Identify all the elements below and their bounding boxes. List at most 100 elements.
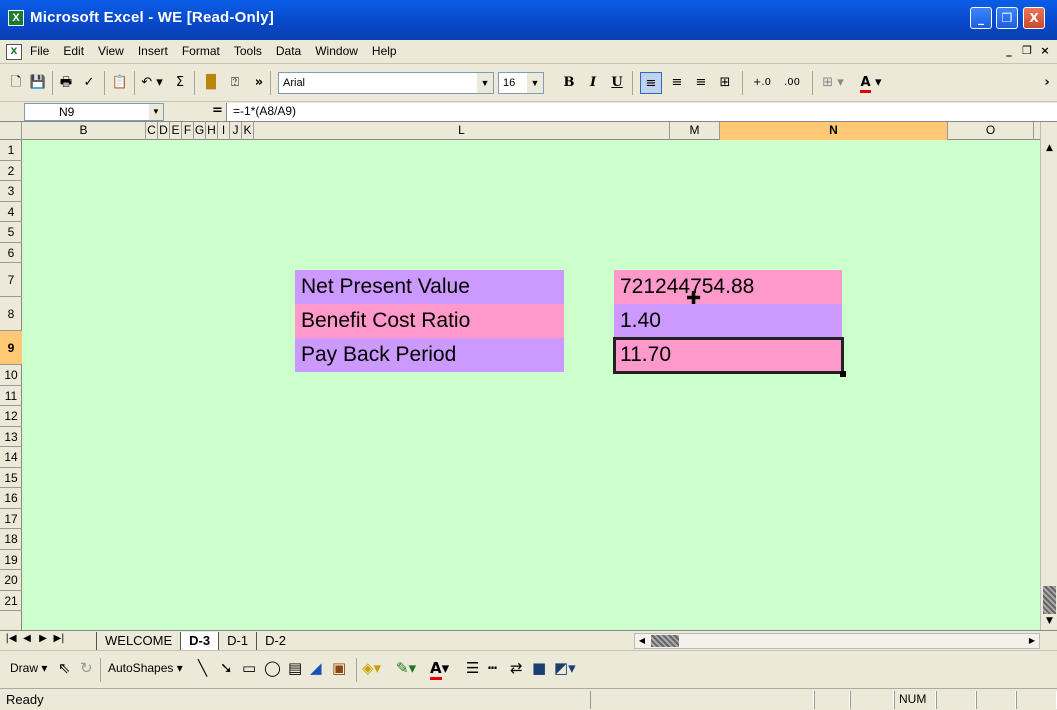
fill-handle[interactable] bbox=[840, 371, 846, 377]
scroll-left-icon[interactable]: ◀ bbox=[635, 634, 649, 648]
arrow-style-icon[interactable]: ⇄ bbox=[510, 659, 523, 677]
clip-art-icon[interactable]: ▣ bbox=[332, 659, 346, 677]
workbook-close-button[interactable]: × bbox=[1037, 43, 1053, 59]
font-color-button[interactable]: A ▾ bbox=[854, 72, 888, 94]
menu-view[interactable]: View bbox=[96, 44, 126, 58]
sheet-tab-d-2[interactable]: D-2 bbox=[256, 632, 295, 650]
row-header-8[interactable]: 8 bbox=[0, 297, 22, 331]
horizontal-scroll-thumb[interactable] bbox=[651, 635, 679, 647]
line-style-icon[interactable]: ☰ bbox=[466, 659, 479, 677]
row-header-2[interactable]: 2 bbox=[0, 161, 22, 181]
row-header-7[interactable]: 7 bbox=[0, 263, 22, 297]
vertical-scroll-thumb[interactable] bbox=[1043, 586, 1056, 614]
row-header-14[interactable]: 14 bbox=[0, 447, 22, 468]
row-header-19[interactable]: 19 bbox=[0, 550, 22, 570]
workbook-minimize-button[interactable]: _ bbox=[1001, 43, 1017, 59]
spelling-icon[interactable]: ✓ bbox=[78, 72, 100, 94]
row-header-3[interactable]: 3 bbox=[0, 181, 22, 202]
prev-sheet-icon[interactable]: ◀ bbox=[20, 633, 34, 644]
menu-format[interactable]: Format bbox=[180, 44, 222, 58]
name-box[interactable]: N9 ▼ bbox=[24, 103, 164, 121]
wordart-icon[interactable]: ◢ bbox=[310, 659, 322, 677]
horizontal-scrollbar[interactable]: ◀ ▶ bbox=[634, 633, 1040, 649]
increase-decimal-icon[interactable]: +.0 bbox=[748, 72, 776, 94]
chevron-down-icon[interactable]: ▼ bbox=[149, 104, 163, 120]
menu-data[interactable]: Data bbox=[274, 44, 303, 58]
underline-button[interactable]: U bbox=[608, 72, 626, 94]
column-header-m[interactable]: M bbox=[670, 122, 720, 140]
select-all-corner[interactable] bbox=[0, 122, 22, 140]
menu-tools[interactable]: Tools bbox=[232, 44, 264, 58]
column-header-n[interactable]: N bbox=[720, 122, 948, 140]
first-sheet-icon[interactable]: |◀ bbox=[4, 633, 18, 644]
chevron-down-icon[interactable]: ▼ bbox=[477, 73, 493, 93]
toolbar-overflow-icon[interactable]: › bbox=[1040, 72, 1054, 94]
chevron-down-icon[interactable]: ▼ bbox=[527, 73, 543, 93]
help-icon[interactable]: ⍰ bbox=[224, 72, 246, 94]
row-header-13[interactable]: 13 bbox=[0, 427, 22, 447]
excel-app-icon[interactable]: X bbox=[8, 10, 24, 26]
cell-L7[interactable]: Net Present Value bbox=[295, 270, 564, 304]
column-header-d[interactable]: D bbox=[158, 122, 170, 140]
undo-icon[interactable]: ↶ ▾ bbox=[140, 72, 164, 94]
autoshapes-menu[interactable]: AutoShapes ▾ bbox=[108, 661, 183, 675]
cell-L9[interactable]: Pay Back Period bbox=[295, 338, 564, 372]
align-left-icon[interactable]: ≡ bbox=[640, 72, 662, 94]
formula-input[interactable]: =-1*(A8/A9) bbox=[226, 103, 1057, 121]
workbook-icon[interactable]: X bbox=[6, 44, 22, 60]
align-center-icon[interactable]: ≡ bbox=[666, 72, 688, 94]
autosum-button[interactable]: Σ bbox=[170, 72, 190, 94]
bold-button[interactable]: B bbox=[560, 72, 578, 94]
column-header-e[interactable]: E bbox=[170, 122, 182, 140]
borders-icon[interactable]: ⊞ ▾ bbox=[818, 72, 848, 94]
workbook-restore-button[interactable]: ❒ bbox=[1019, 43, 1035, 59]
italic-button[interactable]: I bbox=[584, 72, 602, 94]
equals-icon[interactable]: = bbox=[212, 103, 223, 118]
merge-center-icon[interactable]: ⊞ bbox=[714, 72, 736, 94]
row-header-15[interactable]: 15 bbox=[0, 468, 22, 488]
column-header-b[interactable]: B bbox=[22, 122, 146, 140]
row-header-9[interactable]: 9 bbox=[0, 331, 22, 365]
vertical-scrollbar[interactable]: ▲ ▼ bbox=[1040, 122, 1057, 630]
scroll-up-icon[interactable]: ▲ bbox=[1041, 140, 1057, 157]
column-header-i[interactable]: I bbox=[218, 122, 230, 140]
row-header-11[interactable]: 11 bbox=[0, 386, 22, 406]
column-header-l[interactable]: L bbox=[254, 122, 670, 140]
cell-N7[interactable]: 721244754.88 bbox=[614, 270, 842, 304]
shadow-icon[interactable]: ■ bbox=[532, 659, 546, 677]
select-objects-icon[interactable]: ⇖ bbox=[58, 659, 71, 677]
draw-menu[interactable]: Draw ▾ bbox=[10, 661, 47, 675]
row-header-18[interactable]: 18 bbox=[0, 529, 22, 550]
row-header-21[interactable]: 21 bbox=[0, 591, 22, 611]
arrow-icon[interactable]: ➘ bbox=[220, 659, 233, 677]
worksheet-grid[interactable]: BCDEFGHIJKLMNOP 123456789101112131415161… bbox=[0, 122, 1040, 630]
menu-insert[interactable]: Insert bbox=[136, 44, 170, 58]
font-color-draw-icon[interactable]: A▾ bbox=[430, 659, 449, 680]
row-header-10[interactable]: 10 bbox=[0, 365, 22, 386]
next-sheet-icon[interactable]: ▶ bbox=[36, 633, 50, 644]
fill-color-icon[interactable]: ◈▾ bbox=[362, 659, 381, 677]
dash-style-icon[interactable]: ┅ bbox=[488, 659, 497, 677]
column-header-c[interactable]: C bbox=[146, 122, 158, 140]
rectangle-icon[interactable]: ▭ bbox=[242, 659, 256, 677]
sheet-tab-d-3[interactable]: D-3 bbox=[180, 632, 219, 650]
scroll-right-icon[interactable]: ▶ bbox=[1025, 634, 1039, 648]
sheet-tab-welcome[interactable]: WELCOME bbox=[96, 632, 181, 650]
free-rotate-icon[interactable]: ↻ bbox=[80, 659, 93, 677]
row-header-20[interactable]: 20 bbox=[0, 570, 22, 591]
font-name-select[interactable]: Arial ▼ bbox=[278, 72, 494, 94]
row-header-4[interactable]: 4 bbox=[0, 202, 22, 222]
menu-edit[interactable]: Edit bbox=[61, 44, 86, 58]
font-size-select[interactable]: 16 ▼ bbox=[498, 72, 544, 94]
decrease-decimal-icon[interactable]: .00 bbox=[778, 72, 806, 94]
new-icon[interactable]: 🗋 bbox=[6, 72, 26, 94]
menu-file[interactable]: File bbox=[28, 44, 51, 58]
column-header-o[interactable]: O bbox=[948, 122, 1034, 140]
column-header-j[interactable]: J bbox=[230, 122, 242, 140]
print-icon[interactable]: 🖶 bbox=[56, 72, 76, 94]
close-button[interactable]: X bbox=[1023, 7, 1045, 29]
menu-window[interactable]: Window bbox=[313, 44, 360, 58]
column-header-f[interactable]: F bbox=[182, 122, 194, 140]
menu-help[interactable]: Help bbox=[370, 44, 399, 58]
row-header-16[interactable]: 16 bbox=[0, 488, 22, 509]
